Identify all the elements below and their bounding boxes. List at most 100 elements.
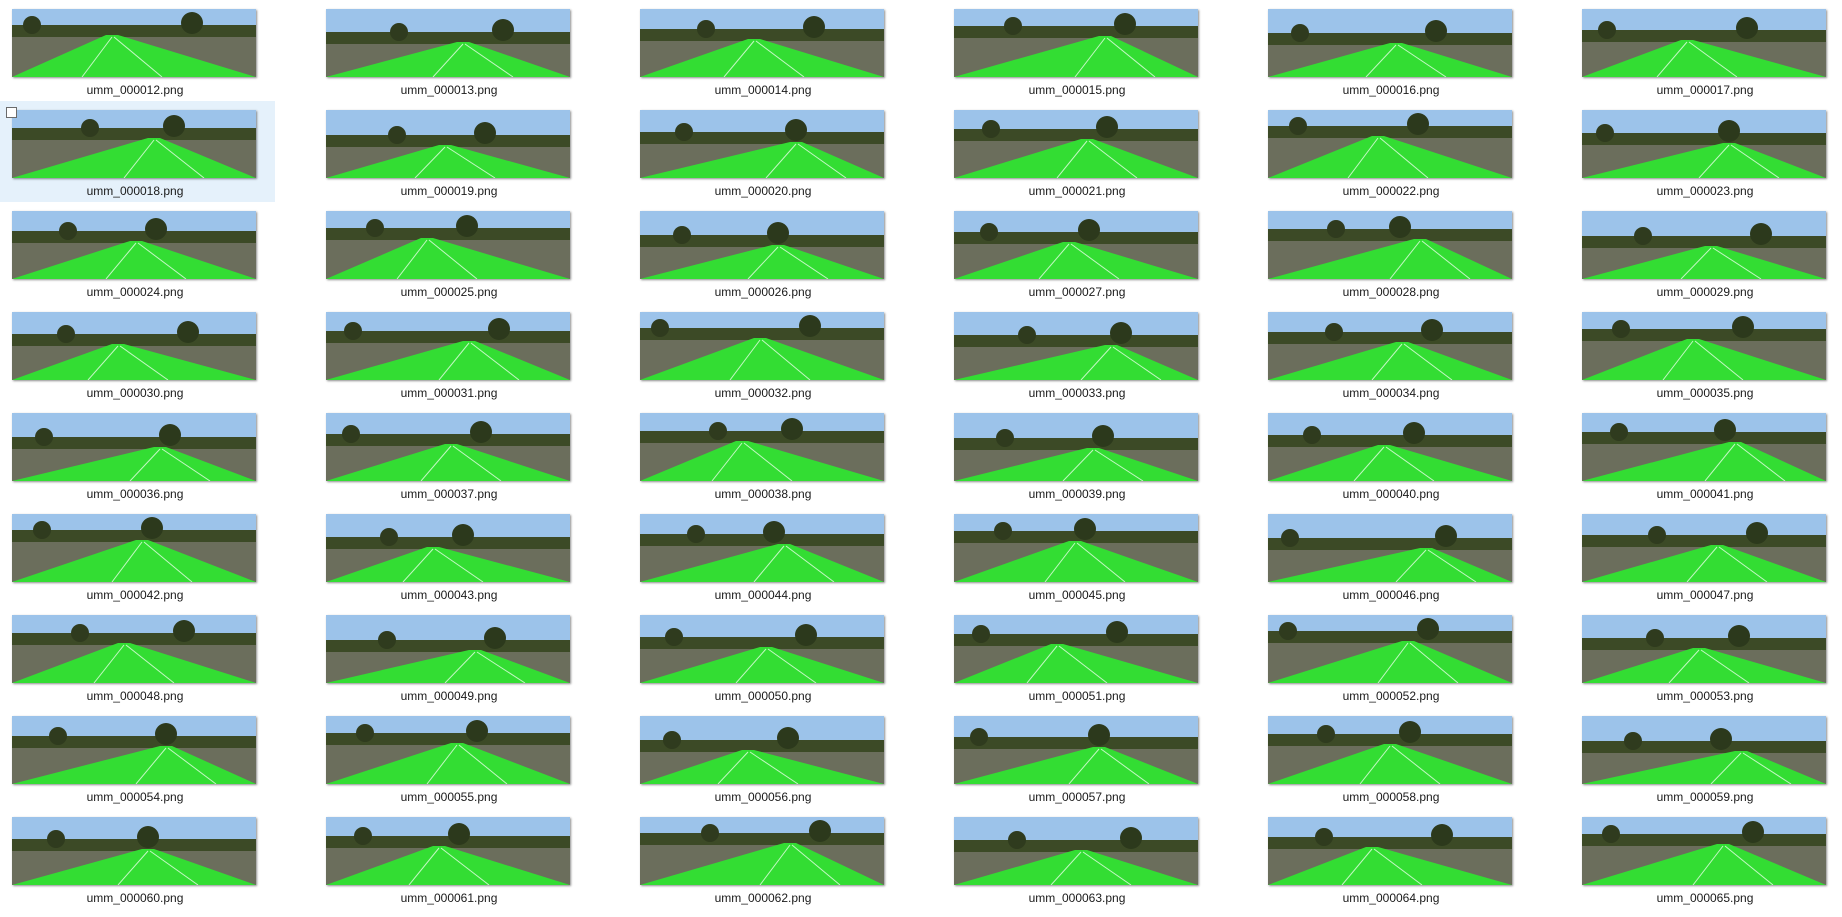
file-name-label[interactable]: umm_000012.png bbox=[0, 83, 270, 97]
thumbnail-image[interactable] bbox=[640, 110, 884, 178]
thumbnail-image[interactable] bbox=[640, 312, 884, 380]
file-name-label[interactable]: umm_000037.png bbox=[314, 487, 584, 501]
thumbnail-image[interactable] bbox=[1582, 514, 1826, 582]
file-tile[interactable]: umm_000053.png bbox=[1570, 606, 1842, 707]
file-name-label[interactable]: umm_000013.png bbox=[314, 83, 584, 97]
thumbnail-image[interactable] bbox=[326, 514, 570, 582]
thumbnail-image[interactable] bbox=[1268, 312, 1512, 380]
thumbnail-image[interactable] bbox=[1268, 716, 1512, 784]
file-tile[interactable]: umm_000022.png bbox=[1256, 101, 1531, 202]
thumbnail-image[interactable] bbox=[640, 413, 884, 481]
file-tile[interactable]: umm_000060.png bbox=[0, 808, 275, 909]
thumbnail-image[interactable] bbox=[954, 817, 1198, 885]
thumbnail-image[interactable] bbox=[326, 9, 570, 77]
file-name-label[interactable]: umm_000046.png bbox=[1256, 588, 1526, 602]
file-tile[interactable]: umm_000026.png bbox=[628, 202, 903, 303]
file-tile[interactable]: umm_000056.png bbox=[628, 707, 903, 808]
file-name-label[interactable]: umm_000029.png bbox=[1570, 285, 1840, 299]
thumbnail-image[interactable] bbox=[1582, 615, 1826, 683]
file-name-label[interactable]: umm_000051.png bbox=[942, 689, 1212, 703]
file-tile[interactable]: umm_000040.png bbox=[1256, 404, 1531, 505]
file-name-label[interactable]: umm_000017.png bbox=[1570, 83, 1840, 97]
file-tile[interactable]: umm_000015.png bbox=[942, 0, 1217, 101]
thumbnail-image[interactable] bbox=[640, 615, 884, 683]
thumbnail-image[interactable] bbox=[12, 110, 256, 178]
file-tile[interactable]: umm_000062.png bbox=[628, 808, 903, 909]
file-tile[interactable]: umm_000036.png bbox=[0, 404, 275, 505]
file-name-label[interactable]: umm_000018.png bbox=[0, 184, 270, 198]
file-name-label[interactable]: umm_000024.png bbox=[0, 285, 270, 299]
thumbnail-image[interactable] bbox=[326, 716, 570, 784]
file-name-label[interactable]: umm_000031.png bbox=[314, 386, 584, 400]
file-tile[interactable]: umm_000034.png bbox=[1256, 303, 1531, 404]
file-name-label[interactable]: umm_000062.png bbox=[628, 891, 898, 905]
file-name-label[interactable]: umm_000043.png bbox=[314, 588, 584, 602]
thumbnail-image[interactable] bbox=[1268, 110, 1512, 178]
thumbnail-image[interactable] bbox=[12, 514, 256, 582]
thumbnail-image[interactable] bbox=[326, 312, 570, 380]
file-name-label[interactable]: umm_000015.png bbox=[942, 83, 1212, 97]
thumbnail-image[interactable] bbox=[1268, 211, 1512, 279]
file-name-label[interactable]: umm_000058.png bbox=[1256, 790, 1526, 804]
file-tile[interactable]: umm_000014.png bbox=[628, 0, 903, 101]
file-name-label[interactable]: umm_000030.png bbox=[0, 386, 270, 400]
file-tile[interactable]: umm_000045.png bbox=[942, 505, 1217, 606]
file-name-label[interactable]: umm_000052.png bbox=[1256, 689, 1526, 703]
thumbnail-image[interactable] bbox=[12, 312, 256, 380]
thumbnail-image[interactable] bbox=[954, 9, 1198, 77]
file-tile[interactable]: umm_000021.png bbox=[942, 101, 1217, 202]
thumbnail-image[interactable] bbox=[1582, 110, 1826, 178]
file-name-label[interactable]: umm_000034.png bbox=[1256, 386, 1526, 400]
file-name-label[interactable]: umm_000032.png bbox=[628, 386, 898, 400]
file-name-label[interactable]: umm_000047.png bbox=[1570, 588, 1840, 602]
file-tile[interactable]: umm_000065.png bbox=[1570, 808, 1842, 909]
file-tile[interactable]: umm_000050.png bbox=[628, 606, 903, 707]
file-tile[interactable]: umm_000023.png bbox=[1570, 101, 1842, 202]
file-name-label[interactable]: umm_000039.png bbox=[942, 487, 1212, 501]
file-tile[interactable]: umm_000031.png bbox=[314, 303, 589, 404]
thumbnail-image[interactable] bbox=[1268, 514, 1512, 582]
file-tile[interactable]: umm_000018.png bbox=[0, 101, 275, 202]
selection-checkbox[interactable] bbox=[6, 107, 17, 118]
file-tile[interactable]: umm_000043.png bbox=[314, 505, 589, 606]
file-name-label[interactable]: umm_000036.png bbox=[0, 487, 270, 501]
file-name-label[interactable]: umm_000044.png bbox=[628, 588, 898, 602]
file-tile[interactable]: umm_000051.png bbox=[942, 606, 1217, 707]
thumbnail-image[interactable] bbox=[1582, 9, 1826, 77]
file-tile[interactable]: umm_000046.png bbox=[1256, 505, 1531, 606]
thumbnail-image[interactable] bbox=[12, 716, 256, 784]
file-tile[interactable]: umm_000055.png bbox=[314, 707, 589, 808]
file-tile[interactable]: umm_000025.png bbox=[314, 202, 589, 303]
thumbnail-image[interactable] bbox=[640, 817, 884, 885]
file-name-label[interactable]: umm_000027.png bbox=[942, 285, 1212, 299]
file-tile[interactable]: umm_000017.png bbox=[1570, 0, 1842, 101]
file-name-label[interactable]: umm_000042.png bbox=[0, 588, 270, 602]
file-tile[interactable]: umm_000041.png bbox=[1570, 404, 1842, 505]
file-tile[interactable]: umm_000032.png bbox=[628, 303, 903, 404]
thumbnail-image[interactable] bbox=[326, 110, 570, 178]
file-tile[interactable]: umm_000054.png bbox=[0, 707, 275, 808]
file-tile[interactable]: umm_000039.png bbox=[942, 404, 1217, 505]
thumbnail-image[interactable] bbox=[954, 211, 1198, 279]
thumbnail-image[interactable] bbox=[954, 514, 1198, 582]
file-name-label[interactable]: umm_000056.png bbox=[628, 790, 898, 804]
thumbnail-image[interactable] bbox=[326, 817, 570, 885]
file-tile[interactable]: umm_000063.png bbox=[942, 808, 1217, 909]
file-tile[interactable]: umm_000020.png bbox=[628, 101, 903, 202]
file-tile[interactable]: umm_000058.png bbox=[1256, 707, 1531, 808]
file-tile[interactable]: umm_000052.png bbox=[1256, 606, 1531, 707]
file-name-label[interactable]: umm_000063.png bbox=[942, 891, 1212, 905]
file-name-label[interactable]: umm_000061.png bbox=[314, 891, 584, 905]
file-tile[interactable]: umm_000048.png bbox=[0, 606, 275, 707]
thumbnail-image[interactable] bbox=[954, 312, 1198, 380]
file-name-label[interactable]: umm_000014.png bbox=[628, 83, 898, 97]
file-tile[interactable]: umm_000030.png bbox=[0, 303, 275, 404]
thumbnail-image[interactable] bbox=[640, 514, 884, 582]
file-name-label[interactable]: umm_000041.png bbox=[1570, 487, 1840, 501]
file-name-label[interactable]: umm_000040.png bbox=[1256, 487, 1526, 501]
file-tile[interactable]: umm_000061.png bbox=[314, 808, 589, 909]
file-tile[interactable]: umm_000044.png bbox=[628, 505, 903, 606]
file-tile[interactable]: umm_000013.png bbox=[314, 0, 589, 101]
file-name-label[interactable]: umm_000064.png bbox=[1256, 891, 1526, 905]
thumbnail-image[interactable] bbox=[326, 413, 570, 481]
